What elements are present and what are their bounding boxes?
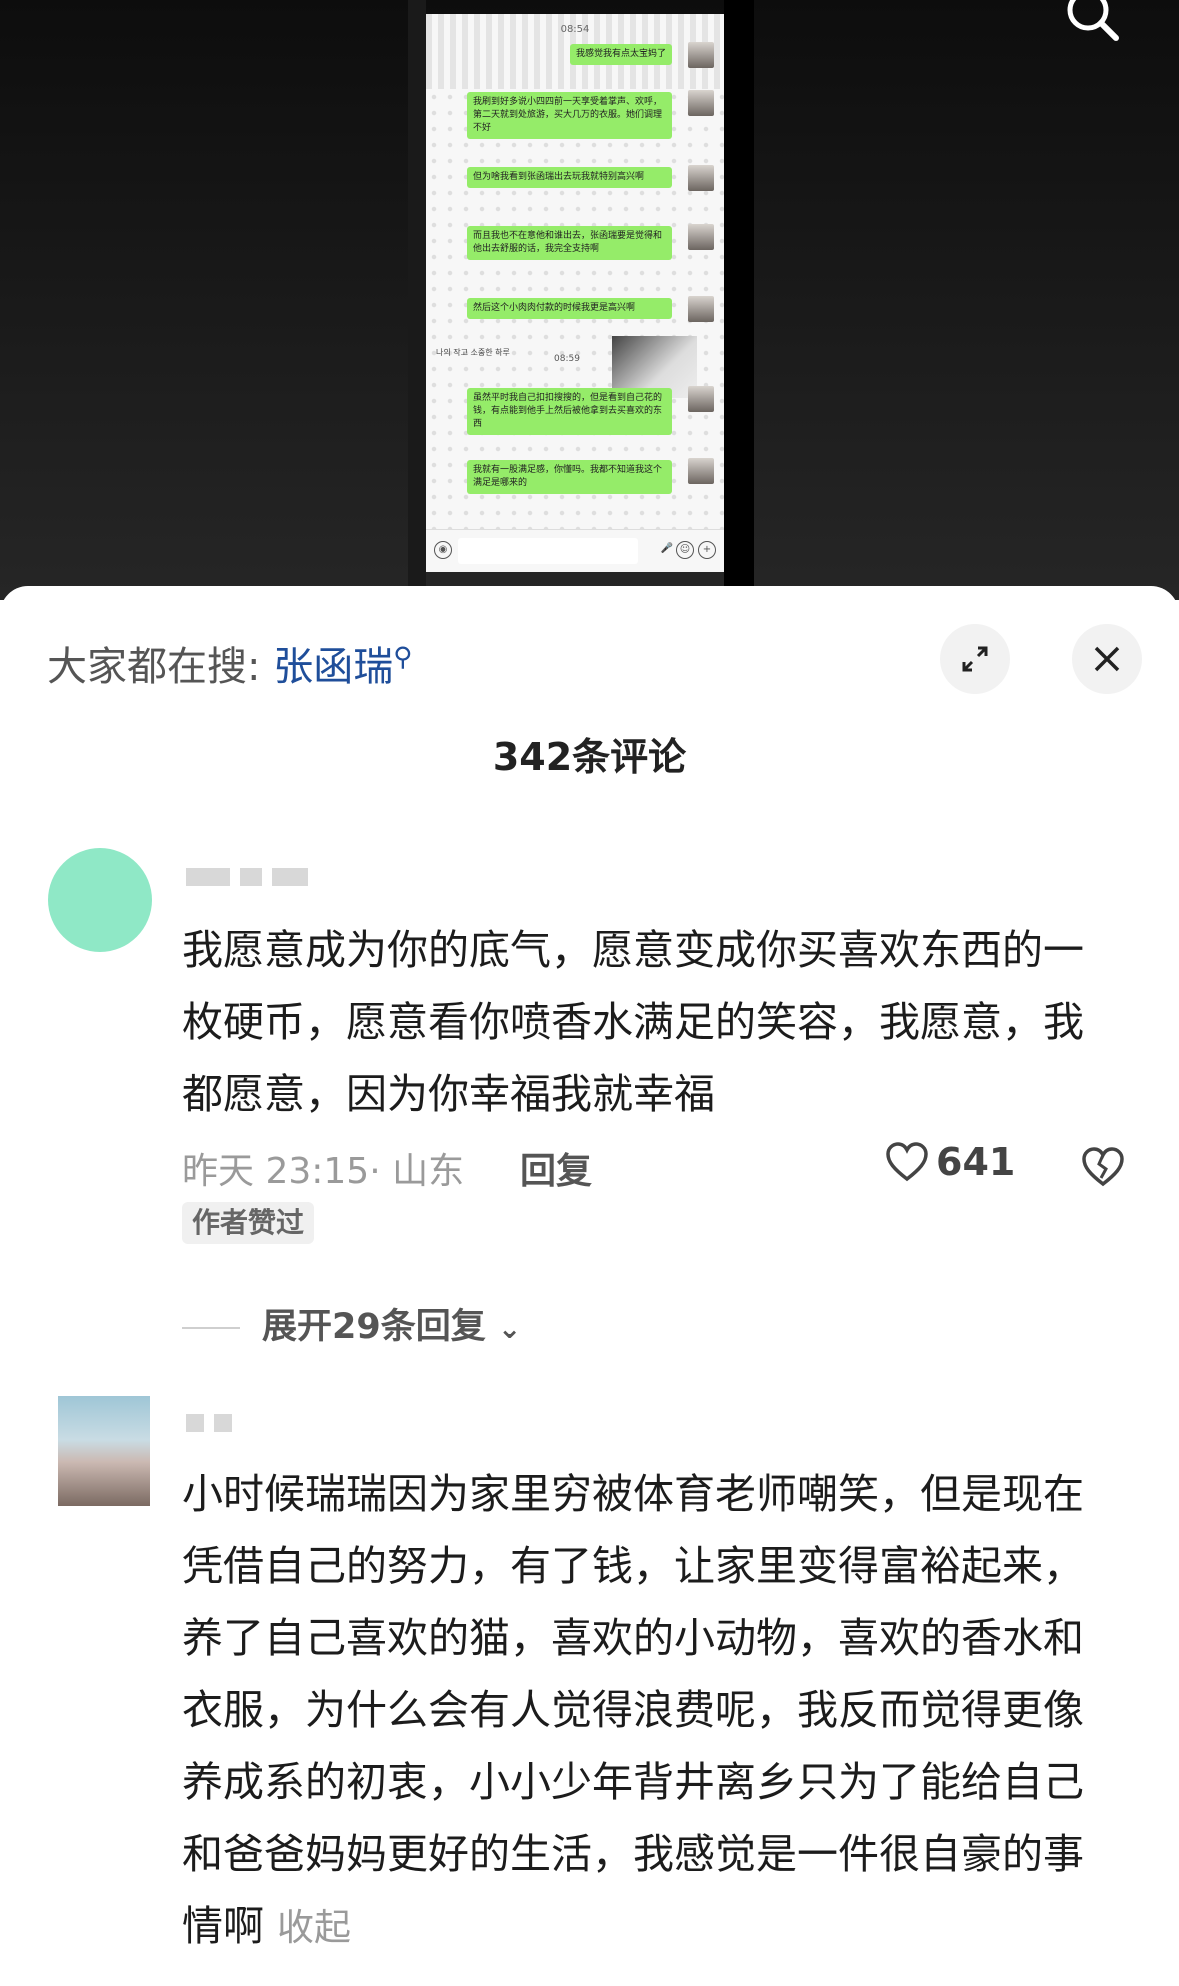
divider bbox=[182, 1327, 240, 1329]
heart-icon bbox=[886, 1142, 928, 1182]
comment-time: 昨天 23:15 bbox=[182, 1151, 370, 1192]
chat-avatar bbox=[688, 90, 714, 116]
comment-location: · 山东 bbox=[369, 1151, 465, 1192]
search-button[interactable] bbox=[1058, 0, 1130, 48]
video-edge bbox=[408, 0, 426, 586]
chat-screenshot: 08:54 我感觉我有点太宝妈了 我刷到好多说小四四前一天享受着掌声、欢呼，第二… bbox=[426, 14, 724, 572]
video-edge bbox=[724, 0, 754, 586]
chat-avatar bbox=[688, 458, 714, 484]
dislike-icon bbox=[1082, 1147, 1124, 1187]
hot-search-prefix: 大家都在搜: bbox=[47, 644, 261, 690]
username[interactable] bbox=[186, 1414, 242, 1436]
video-area[interactable]: 08:54 我感觉我有点太宝妈了 我刷到好多说小四四前一天享受着掌声、欢呼，第二… bbox=[0, 0, 1179, 600]
expand-replies[interactable]: 展开29条回复 ⌄ bbox=[182, 1298, 521, 1349]
search-icon: ⚲ bbox=[393, 642, 413, 673]
close-button[interactable] bbox=[1072, 624, 1142, 694]
chevron-down-icon: ⌄ bbox=[497, 1312, 522, 1345]
reply-button[interactable]: 回复 bbox=[520, 1142, 592, 1194]
username[interactable] bbox=[186, 868, 318, 890]
expand-replies-label: 展开29条回复 bbox=[262, 1307, 486, 1347]
emoji-icon: ☺ bbox=[676, 541, 694, 559]
chat-message: 我刷到好多说小四四前一天享受着掌声、欢呼，第二天就到处旅游，买大几万的衣服。她们… bbox=[467, 92, 672, 139]
chat-message: 我感觉我有点太宝妈了 bbox=[569, 44, 672, 65]
chat-avatar bbox=[688, 296, 714, 322]
like-button[interactable]: 641 bbox=[884, 1140, 1015, 1184]
like-count: 641 bbox=[936, 1140, 1016, 1184]
chat-input bbox=[458, 538, 638, 564]
chat-avatar bbox=[688, 386, 714, 412]
chat-time: 08:59 bbox=[554, 354, 580, 364]
chat-message: 我就有一股满足感，你懂吗。我都不知道我这个满足是哪来的 bbox=[467, 460, 672, 494]
status-time: 08:54 bbox=[560, 24, 590, 35]
voice-icon: ◉ bbox=[434, 541, 452, 559]
plus-icon: + bbox=[698, 541, 716, 559]
comment-meta: 昨天 23:15· 山东 bbox=[182, 1142, 464, 1194]
chat-avatar bbox=[688, 42, 714, 68]
deco-text: 나의 작고 소중한 하루 bbox=[436, 348, 510, 357]
hot-search[interactable]: 大家都在搜: 张函瑞⚲ bbox=[47, 634, 412, 692]
chat-message: 然后这个小肉肉付款的时候我更是高兴啊 bbox=[467, 298, 672, 319]
close-icon bbox=[1094, 646, 1120, 672]
expand-button[interactable] bbox=[940, 624, 1010, 694]
chat-message: 虽然平时我自己扣扣搜搜的，但是看到自己花的钱，有点能到他手上然后被他拿到去买喜欢… bbox=[467, 388, 672, 435]
chat-input-bar: ◉ 🎤 ☺ + bbox=[426, 529, 724, 572]
comment-text[interactable]: 我愿意成为你的底气，愿意变成你买喜欢东西的一枚硬币，愿意看你喷香水满足的笑容，我… bbox=[182, 914, 1112, 1130]
expand-icon bbox=[962, 646, 988, 672]
chat-message: 但为啥我看到张函瑞出去玩我就特别高兴啊 bbox=[467, 167, 672, 188]
search-icon bbox=[1067, 0, 1119, 41]
collapse-button[interactable]: 收起 bbox=[277, 1906, 351, 1949]
comment-count: 342条评论 bbox=[492, 735, 687, 779]
avatar[interactable] bbox=[48, 848, 152, 952]
dislike-button[interactable] bbox=[1080, 1144, 1126, 1190]
hot-search-keyword[interactable]: 张函瑞 bbox=[273, 644, 393, 690]
avatar[interactable] bbox=[58, 1396, 150, 1506]
chat-message: 而且我也不在意他和谁出去，张函瑞要是觉得和他出去舒服的话，我完全支持啊 bbox=[467, 226, 672, 260]
comment-text[interactable]: 小时候瑞瑞因为家里穷被体育老师嘲笑，但是现在凭借自己的努力，有了钱，让家里变得富… bbox=[182, 1458, 1112, 1964]
chat-avatar bbox=[688, 165, 714, 191]
author-liked-tag: 作者赞过 bbox=[182, 1202, 315, 1244]
chat-avatar bbox=[688, 224, 714, 250]
mic-icon: 🎤 bbox=[660, 543, 674, 554]
comment-text-body: 小时候瑞瑞因为家里穷被体育老师嘲笑，但是现在凭借自己的努力，有了钱，让家里变得富… bbox=[182, 1470, 1084, 1950]
comments-sheet: 大家都在搜: 张函瑞⚲ 342条评论 我愿意成为你的底气，愿意变成你买喜欢东西的… bbox=[0, 586, 1179, 1986]
